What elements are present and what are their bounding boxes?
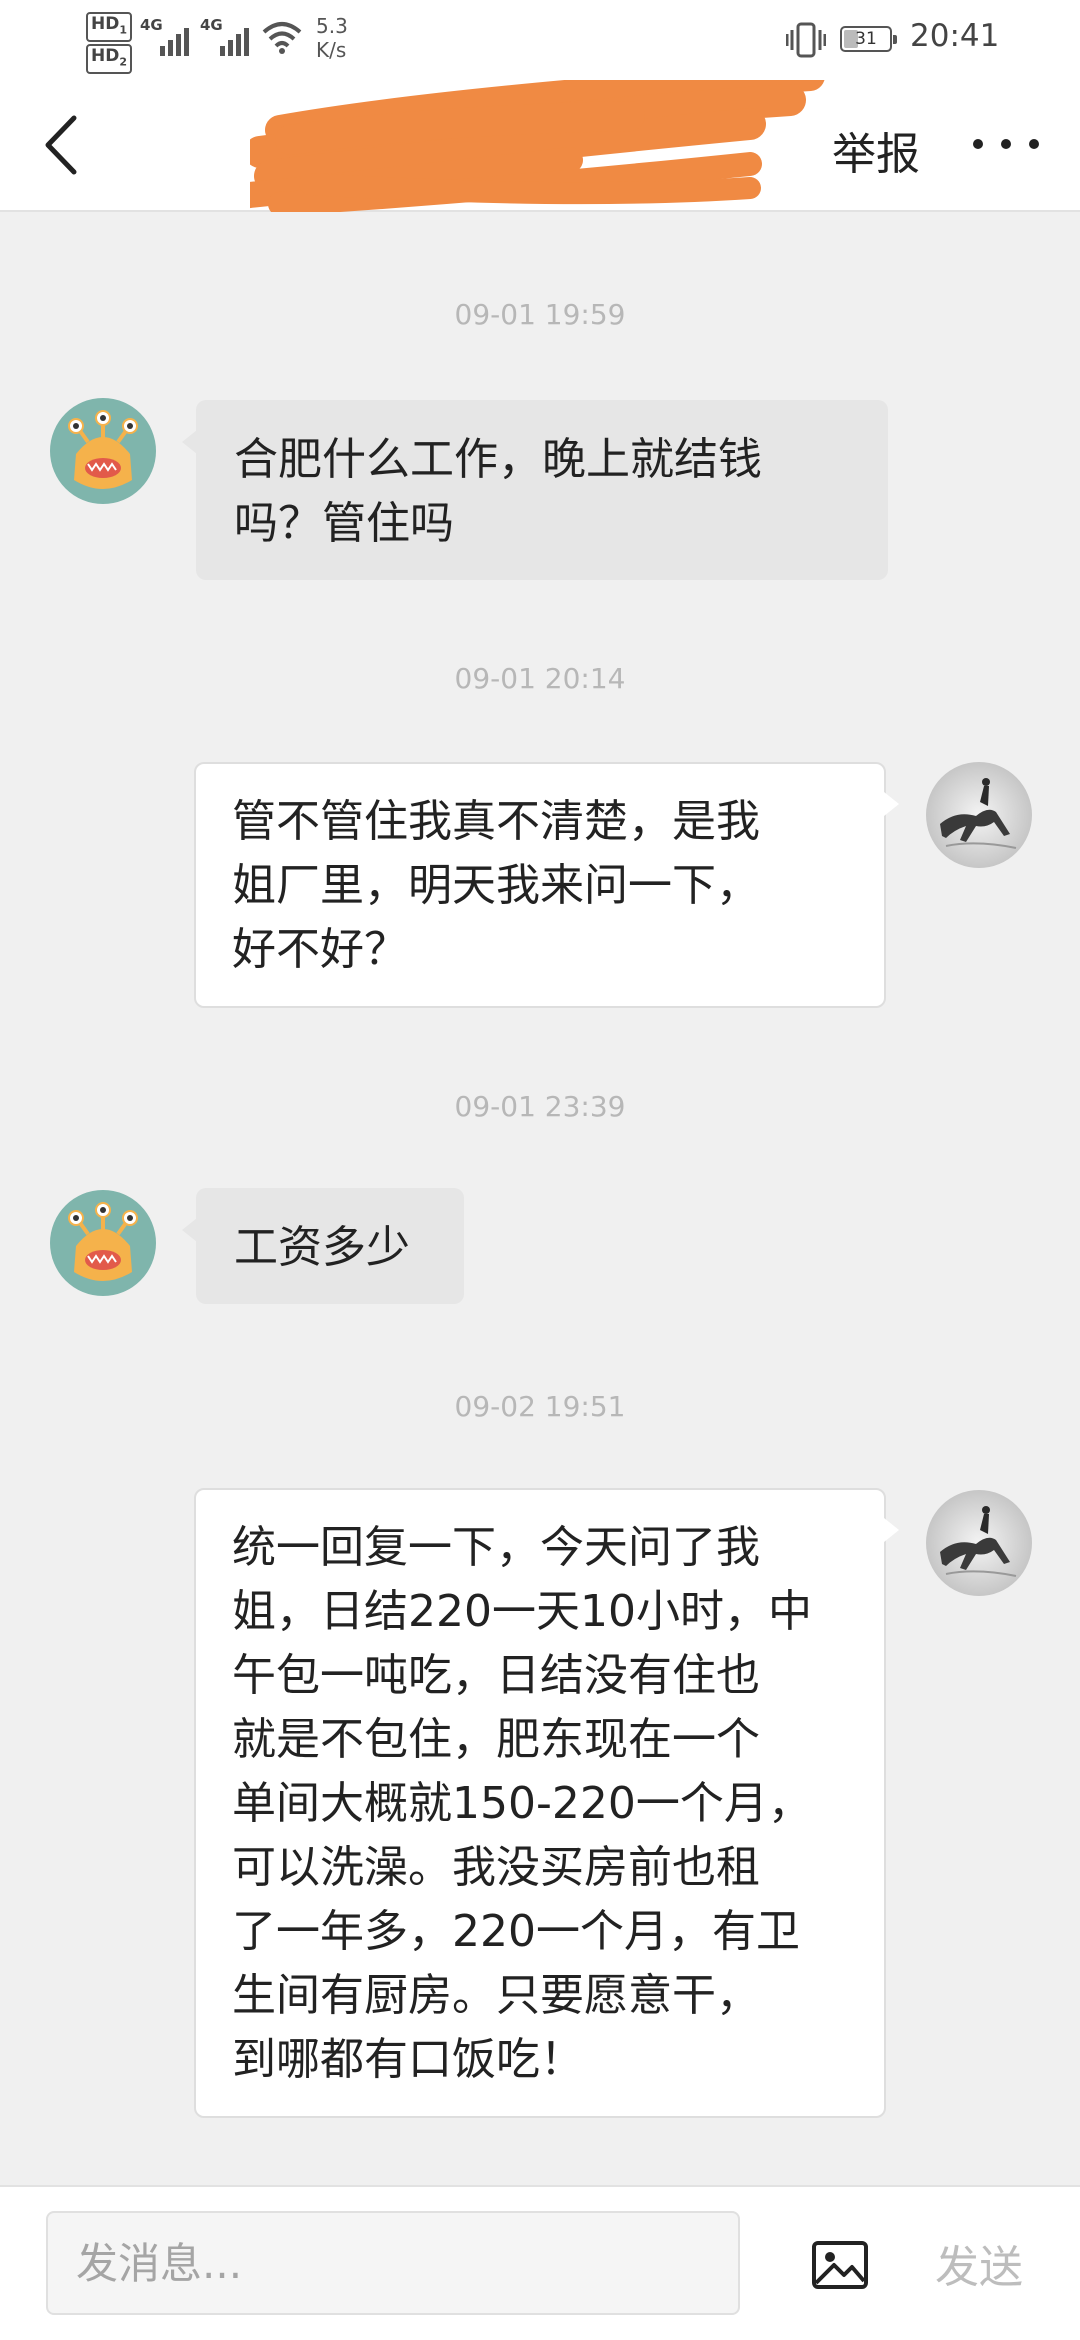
back-arrow-icon[interactable] (30, 110, 100, 180)
message-timestamp: 09-01 19:59 (454, 298, 626, 331)
message-line: 午包一吨吃，日结没有住也 (232, 1650, 760, 1701)
avatar[interactable] (50, 1190, 156, 1296)
message-line: 工资多少 (234, 1222, 410, 1273)
message-line: 合肥什么工作，晚上就结钱 (234, 434, 762, 485)
message-bubble-outgoing[interactable]: 统一回复一下，今天问了我 姐，日结220一天10小时，中 午包一吨吃，日结没有住… (194, 1488, 899, 2118)
message-input[interactable] (46, 2211, 740, 2315)
hd-icon: HD2 (86, 44, 132, 75)
redaction-scribble (250, 80, 825, 212)
chat-header: 用户( 8833 0 举报 (0, 80, 1080, 212)
message-bubble-outgoing[interactable]: 管不管住我真不清楚，是我 姐厂里，明天我来问一下， 好不好？ (194, 762, 899, 1008)
wifi-icon (262, 22, 302, 54)
hd-icon: HD1 (86, 12, 132, 43)
horse-rider-avatar-icon (926, 1490, 1032, 1596)
message-timestamp: 09-02 19:51 (454, 1390, 626, 1423)
signal-icon: 4G (140, 16, 200, 56)
more-icon[interactable] (968, 120, 1048, 170)
report-button[interactable]: 举报 (832, 118, 920, 182)
message-composer: 发送 (0, 2185, 1080, 2340)
message-line: 单间大概就150-220一个月， (232, 1778, 812, 1829)
message-bubble-incoming[interactable]: 合肥什么工作，晚上就结钱 吗？管住吗 (182, 400, 888, 580)
message-timestamp: 09-01 23:39 (454, 1090, 626, 1123)
message-line: 了一年多，220一个月，有卫 (232, 1906, 800, 1957)
horse-rider-avatar-icon (926, 762, 1032, 868)
monster-avatar-icon (50, 1190, 156, 1296)
message-line: 管不管住我真不清楚，是我 (232, 796, 760, 847)
image-icon[interactable] (810, 2235, 870, 2295)
avatar[interactable] (926, 1490, 1032, 1596)
network-speed: 5.3 K/s (316, 14, 348, 62)
monster-avatar-icon (50, 398, 156, 504)
avatar[interactable] (926, 762, 1032, 868)
signal-icon: 4G (200, 16, 260, 56)
message-line: 吗？管住吗 (234, 498, 454, 549)
message-line: 姐，日结220一天10小时，中 (232, 1586, 812, 1637)
message-line: 就是不包住，肥东现在一个 (232, 1714, 760, 1765)
vibrate-icon (786, 22, 826, 58)
message-line: 姐厂里，明天我来问一下， (232, 860, 760, 911)
message-timestamp: 09-01 20:14 (454, 662, 626, 695)
message-bubble-incoming[interactable]: 工资多少 (182, 1188, 464, 1304)
status-bar: HD1 HD2 4G 4G 5.3 K/s 31 20:41 (0, 0, 1080, 80)
clock: 20:41 (910, 18, 1000, 54)
message-line: 可以洗澡。我没买房前也租 (232, 1842, 760, 1893)
send-button[interactable]: 发送 (935, 2231, 1023, 2295)
message-line: 好不好？ (232, 924, 408, 975)
chat-screen: HD1 HD2 4G 4G 5.3 K/s 31 20:41 用户(8833 … (0, 0, 1080, 2340)
battery-icon: 31 (840, 26, 897, 52)
message-line: 统一回复一下，今天问了我 (232, 1522, 760, 1573)
message-line: 生间有厨房。只要愿意干， (232, 1970, 760, 2021)
avatar[interactable] (50, 398, 156, 504)
message-line: 到哪都有口饭吃！ (232, 2034, 584, 2085)
